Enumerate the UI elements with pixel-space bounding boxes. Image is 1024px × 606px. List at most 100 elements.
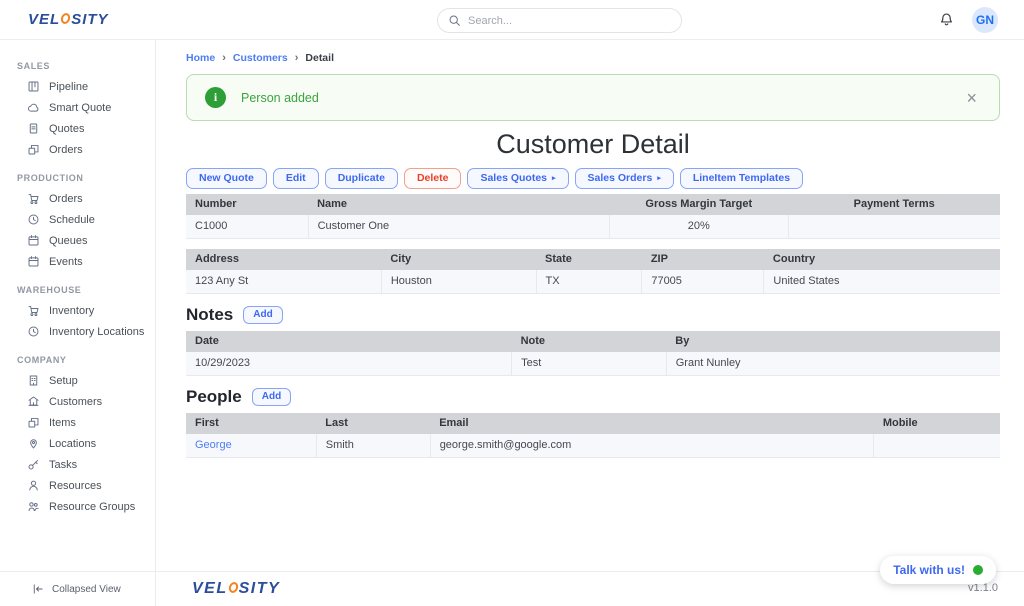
add-note-button[interactable]: Add [243, 306, 282, 324]
sidebar-item-label: Inventory [49, 305, 94, 317]
col-gross-margin-target: Gross Margin Target [609, 194, 788, 215]
sidebar-item-resources[interactable]: Resources [0, 475, 155, 496]
clock-icon [27, 213, 40, 226]
sidebar-item-sales-orders[interactable]: Orders [0, 139, 155, 160]
breadcrumb-customers[interactable]: Customers [233, 52, 288, 64]
duplicate-button[interactable]: Duplicate [325, 168, 398, 189]
sidebar-item-events[interactable]: Events [0, 251, 155, 272]
sidebar-item-label: Orders [49, 144, 83, 156]
search-icon [448, 14, 461, 27]
customer-summary-table: Number Name Gross Margin Target Payment … [186, 194, 1000, 239]
boxes-icon [27, 416, 40, 429]
sidebar-item-items[interactable]: Items [0, 412, 155, 433]
col-date: Date [186, 331, 512, 352]
sidebar-item-schedule[interactable]: Schedule [0, 209, 155, 230]
sidebar-item-label: Resource Groups [49, 501, 135, 513]
chevron-right-icon: › [295, 52, 299, 64]
table-header-row: Address City State ZIP Country [186, 249, 1000, 270]
cell-number: C1000 [186, 215, 308, 239]
sidebar-item-resource-groups[interactable]: Resource Groups [0, 496, 155, 517]
sidebar-item-locations[interactable]: Locations [0, 433, 155, 454]
sidebar-item-label: Locations [49, 438, 96, 450]
people-section-header: People Add [186, 387, 1000, 407]
people-title: People [186, 387, 242, 407]
people-icon [27, 500, 40, 513]
sidebar-section-warehouse: WAREHOUSE [17, 285, 155, 295]
sidebar-item-label: Queues [49, 235, 88, 247]
sidebar-item-label: Items [49, 417, 76, 429]
chat-widget-button[interactable]: Talk with us! [880, 556, 996, 584]
cell-payment-terms [788, 215, 1000, 239]
col-email: Email [430, 413, 874, 434]
cell-name: Customer One [308, 215, 609, 239]
collapse-view-toggle[interactable]: Collapsed View [0, 572, 156, 606]
sidebar-item-inventory-locations[interactable]: Inventory Locations [0, 321, 155, 342]
brand-o-icon [59, 11, 71, 25]
topbar-right: GN [939, 7, 998, 33]
add-person-button[interactable]: Add [252, 388, 291, 406]
kanban-icon [27, 80, 40, 93]
notes-table: Date Note By 10/29/2023 Test Grant Nunle… [186, 331, 1000, 376]
avatar[interactable]: GN [972, 7, 998, 33]
calendar-icon [27, 255, 40, 268]
sidebar-item-tasks[interactable]: Tasks [0, 454, 155, 475]
sidebar-item-inventory[interactable]: Inventory [0, 300, 155, 321]
notes-section-header: Notes Add [186, 305, 1000, 325]
breadcrumb-home[interactable]: Home [186, 52, 215, 64]
brand-logo-suffix: SITY [71, 11, 108, 28]
cell-mobile [874, 434, 1000, 458]
cell-note: Test [512, 352, 667, 376]
table-header-row: First Last Email Mobile [186, 413, 1000, 434]
calendar-icon [27, 234, 40, 247]
app-window: VELSITY GN SALES Pipeline Smart Quote [0, 0, 1024, 606]
table-row: C1000 Customer One 20% [186, 215, 1000, 239]
col-note: Note [512, 331, 667, 352]
table-row: George Smith george.smith@google.com [186, 434, 1000, 458]
new-quote-button[interactable]: New Quote [186, 168, 267, 189]
sidebar-item-label: Setup [49, 375, 78, 387]
lineitem-templates-button[interactable]: LineItem Templates [680, 168, 803, 189]
cell-first: George [186, 434, 316, 458]
page-title: Customer Detail [186, 129, 1000, 160]
chevron-right-icon: › [222, 52, 226, 64]
sidebar-section-production: PRODUCTION [17, 173, 155, 183]
pin-icon [27, 437, 40, 450]
address-table: Address City State ZIP Country 123 Any S… [186, 249, 1000, 294]
sidebar-item-queues[interactable]: Queues [0, 230, 155, 251]
collapse-label: Collapsed View [52, 584, 121, 595]
breadcrumb-current: Detail [305, 52, 334, 64]
sidebar-item-production-orders[interactable]: Orders [0, 188, 155, 209]
col-state: State [536, 249, 642, 270]
sidebar-item-label: Smart Quote [49, 102, 111, 114]
document-icon [27, 122, 40, 135]
cart-icon [27, 304, 40, 317]
sidebar-item-quotes[interactable]: Quotes [0, 118, 155, 139]
person-icon [27, 479, 40, 492]
notifications-bell-icon[interactable] [939, 12, 954, 27]
sales-quotes-dropdown-button[interactable]: Sales Quotes▸ [467, 168, 568, 189]
sidebar-item-setup[interactable]: Setup [0, 370, 155, 391]
cell-address: 123 Any St [186, 270, 381, 294]
search-input[interactable] [468, 15, 671, 27]
sidebar-item-label: Inventory Locations [49, 326, 144, 338]
sidebar-item-pipeline[interactable]: Pipeline [0, 76, 155, 97]
person-link[interactable]: George [195, 439, 232, 451]
boxes-icon [27, 143, 40, 156]
cloud-icon [27, 101, 40, 114]
chat-label: Talk with us! [893, 563, 965, 577]
edit-button[interactable]: Edit [273, 168, 319, 189]
brand-logo[interactable]: VELSITY [28, 11, 109, 28]
sales-orders-dropdown-button[interactable]: Sales Orders▸ [575, 168, 674, 189]
sidebar-item-label: Schedule [49, 214, 95, 226]
search-box[interactable] [437, 8, 682, 33]
delete-button[interactable]: Delete [404, 168, 462, 189]
breadcrumb: Home › Customers › Detail [186, 52, 1000, 64]
cell-city: Houston [381, 270, 536, 294]
notes-title: Notes [186, 305, 233, 325]
sidebar-item-smart-quote[interactable]: Smart Quote [0, 97, 155, 118]
main-content: Home › Customers › Detail i Person added… [156, 40, 1024, 571]
sidebar-item-customers[interactable]: Customers [0, 391, 155, 412]
col-by: By [666, 331, 1000, 352]
close-icon[interactable]: × [962, 89, 981, 107]
sidebar-item-label: Customers [49, 396, 102, 408]
